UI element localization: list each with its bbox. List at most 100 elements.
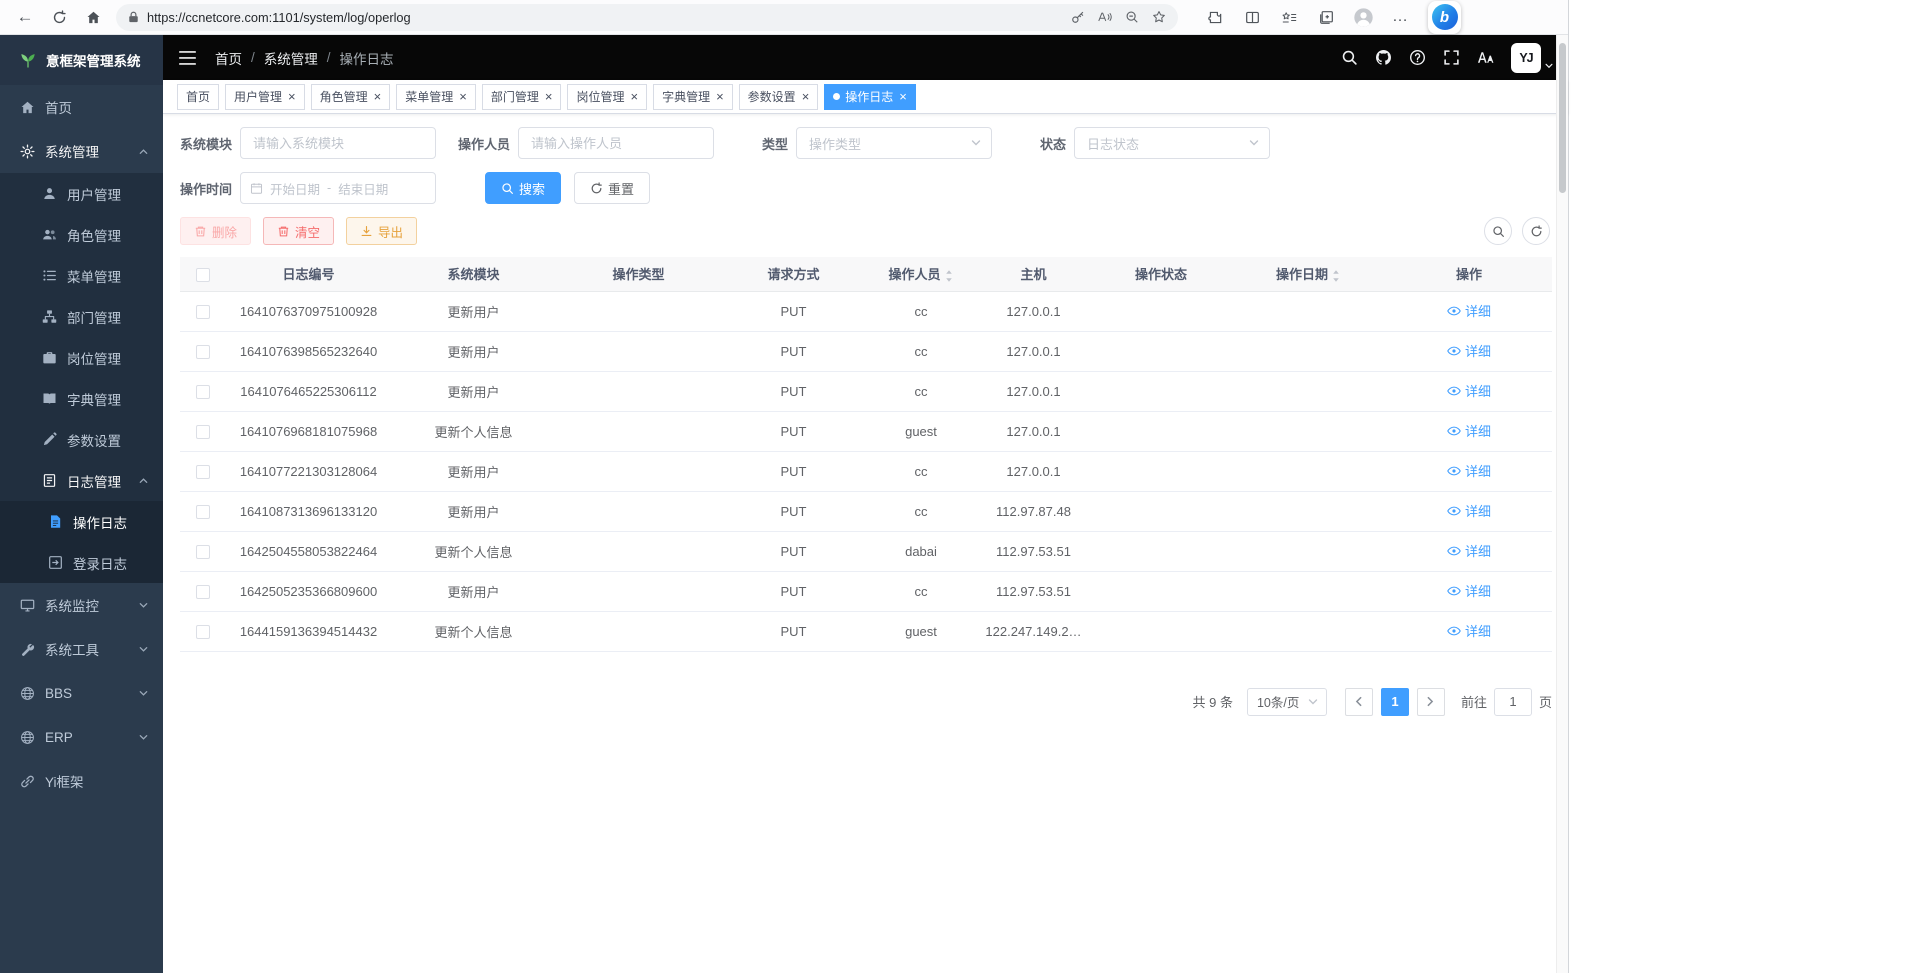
- sidebar-item-13[interactable]: 系统工具: [0, 627, 163, 671]
- row-checkbox[interactable]: [196, 505, 210, 519]
- operator-input[interactable]: [518, 127, 714, 159]
- row-checkbox[interactable]: [196, 385, 210, 399]
- search-button[interactable]: 搜索: [485, 172, 561, 204]
- detail-link[interactable]: 详细: [1447, 341, 1491, 360]
- tab-5[interactable]: 岗位管理×: [567, 84, 647, 110]
- module-input[interactable]: [240, 127, 436, 159]
- reset-button[interactable]: 重置: [574, 172, 650, 204]
- sidebar-item-14[interactable]: BBS: [0, 671, 163, 715]
- sidebar-item-7[interactable]: 字典管理: [0, 378, 163, 419]
- page-scrollbar[interactable]: [1556, 35, 1568, 973]
- tab-4[interactable]: 部门管理×: [482, 84, 562, 110]
- sidebar-item-6[interactable]: 岗位管理: [0, 337, 163, 378]
- settings-ellipsis-icon[interactable]: …: [1385, 3, 1415, 31]
- sidebar-item-16[interactable]: Yi框架: [0, 759, 163, 803]
- type-select[interactable]: 操作类型: [796, 127, 992, 159]
- row-checkbox[interactable]: [196, 625, 210, 639]
- tab-2[interactable]: 角色管理×: [311, 84, 391, 110]
- close-icon[interactable]: ×: [802, 90, 810, 103]
- search-icon[interactable]: [1341, 49, 1358, 66]
- prev-page-button[interactable]: [1345, 688, 1373, 716]
- sidebar-item-4[interactable]: 菜单管理: [0, 255, 163, 296]
- column-header-4[interactable]: 操作人员: [866, 257, 976, 291]
- column-header-7[interactable]: 操作日期: [1231, 257, 1386, 291]
- home-button[interactable]: [76, 3, 110, 31]
- tab-3[interactable]: 菜单管理×: [396, 84, 476, 110]
- extensions-icon[interactable]: [1200, 3, 1230, 31]
- scrollbar-thumb[interactable]: [1559, 43, 1566, 193]
- sidebar-item-2[interactable]: 用户管理: [0, 173, 163, 214]
- export-button[interactable]: 导出: [346, 217, 417, 245]
- split-screen-icon[interactable]: [1237, 3, 1267, 31]
- goto-page-input[interactable]: [1494, 688, 1532, 716]
- breadcrumb-system[interactable]: 系统管理: [264, 48, 318, 68]
- row-checkbox[interactable]: [196, 305, 210, 319]
- back-button[interactable]: ←: [8, 3, 42, 31]
- tab-1[interactable]: 用户管理×: [225, 84, 305, 110]
- detail-link[interactable]: 详细: [1447, 461, 1491, 480]
- address-bar[interactable]: https://ccnetcore.com:1101/system/log/op…: [116, 4, 1178, 31]
- detail-link[interactable]: 详细: [1447, 581, 1491, 600]
- detail-link[interactable]: 详细: [1447, 621, 1491, 640]
- read-aloud-icon[interactable]: [1091, 6, 1118, 29]
- breadcrumb-home[interactable]: 首页: [215, 48, 242, 68]
- close-icon[interactable]: ×: [899, 90, 907, 103]
- clear-button[interactable]: 清空: [263, 217, 334, 245]
- tab-8[interactable]: 操作日志×: [824, 84, 916, 110]
- sort-caret-icon[interactable]: [1331, 269, 1341, 283]
- hamburger-icon[interactable]: [179, 49, 199, 67]
- close-icon[interactable]: ×: [545, 90, 553, 103]
- fullscreen-icon[interactable]: [1443, 49, 1460, 66]
- row-checkbox[interactable]: [196, 345, 210, 359]
- close-icon[interactable]: ×: [288, 90, 296, 103]
- close-icon[interactable]: ×: [630, 90, 638, 103]
- detail-link[interactable]: 详细: [1447, 301, 1491, 320]
- sidebar-item-3[interactable]: 角色管理: [0, 214, 163, 255]
- sidebar-item-9[interactable]: 日志管理: [0, 460, 163, 501]
- tab-0[interactable]: 首页: [177, 84, 219, 110]
- sidebar-item-8[interactable]: 参数设置: [0, 419, 163, 460]
- row-checkbox[interactable]: [196, 545, 210, 559]
- close-icon[interactable]: ×: [374, 90, 382, 103]
- refresh-button[interactable]: [42, 3, 76, 31]
- tab-7[interactable]: 参数设置×: [739, 84, 819, 110]
- row-checkbox[interactable]: [196, 465, 210, 479]
- question-icon[interactable]: [1409, 49, 1426, 66]
- refresh-table-icon[interactable]: [1522, 217, 1550, 245]
- sidebar-item-1[interactable]: 系统管理: [0, 129, 163, 173]
- tab-6[interactable]: 字典管理×: [653, 84, 733, 110]
- github-icon[interactable]: [1375, 49, 1392, 66]
- sidebar-item-12[interactable]: 系统监控: [0, 583, 163, 627]
- favorites-bar-icon[interactable]: [1274, 3, 1304, 31]
- bing-button[interactable]: b: [1428, 1, 1461, 34]
- sidebar-item-0[interactable]: 首页: [0, 85, 163, 129]
- app-logo[interactable]: 意框架管理系统: [0, 35, 163, 85]
- sidebar-item-5[interactable]: 部门管理: [0, 296, 163, 337]
- sort-caret-icon[interactable]: [944, 269, 954, 283]
- date-range-input[interactable]: 开始日期 - 结束日期: [240, 172, 436, 204]
- detail-link[interactable]: 详细: [1447, 421, 1491, 440]
- row-checkbox[interactable]: [196, 425, 210, 439]
- detail-link[interactable]: 详细: [1447, 501, 1491, 520]
- favorite-star-icon[interactable]: [1145, 6, 1172, 29]
- profile-avatar-icon[interactable]: [1348, 3, 1378, 31]
- sidebar-item-11[interactable]: 登录日志: [0, 542, 163, 583]
- close-icon[interactable]: ×: [716, 90, 724, 103]
- row-checkbox[interactable]: [196, 585, 210, 599]
- page-number-button[interactable]: 1: [1381, 688, 1409, 716]
- detail-link[interactable]: 详细: [1447, 381, 1491, 400]
- sidebar-item-10[interactable]: 操作日志: [0, 501, 163, 542]
- sidebar-item-15[interactable]: ERP: [0, 715, 163, 759]
- zoom-icon[interactable]: [1118, 6, 1145, 29]
- password-key-icon[interactable]: [1064, 6, 1091, 29]
- detail-link[interactable]: 详细: [1447, 541, 1491, 560]
- select-all-checkbox[interactable]: [196, 268, 210, 282]
- delete-button[interactable]: 删除: [180, 217, 251, 245]
- toggle-search-icon[interactable]: [1484, 217, 1512, 245]
- page-size-select[interactable]: 10条/页: [1247, 688, 1327, 716]
- user-avatar[interactable]: YJ: [1511, 43, 1554, 73]
- font-size-icon[interactable]: [1477, 49, 1494, 66]
- status-select[interactable]: 日志状态: [1074, 127, 1270, 159]
- collections-icon[interactable]: [1311, 3, 1341, 31]
- next-page-button[interactable]: [1417, 688, 1445, 716]
